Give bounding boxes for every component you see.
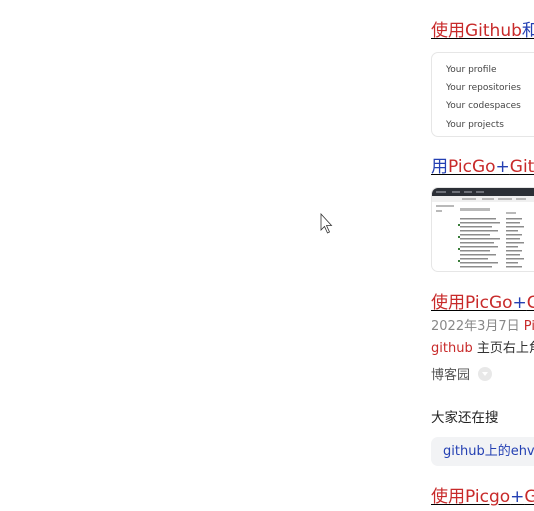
result-meta-3: 2022年3月7日 Pic: [431, 318, 534, 336]
result-thumbnail-1[interactable]: Your profile Your repositories Your code…: [431, 52, 534, 137]
page: 使用Github和 Your profile Your repositories…: [0, 0, 534, 511]
title-part: 和: [521, 21, 534, 41]
result-thumbnail-2[interactable]: [431, 187, 534, 272]
menu-item-profile: Your profile: [446, 65, 497, 75]
title-part: G: [524, 487, 534, 507]
title-part: PicGo: [465, 293, 513, 313]
result-date: 2022年3月7日: [431, 319, 520, 334]
result-title-2[interactable]: 用PicGo+Gitl: [431, 156, 534, 178]
menu-item-repositories: Your repositories: [446, 83, 521, 93]
title-part: 使用: [431, 487, 465, 507]
result-title-3[interactable]: 使用PicGo+G: [431, 292, 534, 314]
result-snippet-3: github 主页右上角: [431, 340, 534, 358]
also-search-chip[interactable]: github上的ehvi: [431, 437, 534, 466]
title-part: Picgo: [465, 487, 511, 507]
snippet-text: 主页右上角: [476, 341, 534, 356]
title-part: +: [495, 157, 510, 177]
result-source[interactable]: 博客园: [431, 364, 470, 383]
title-part: +: [512, 293, 527, 313]
snippet-keyword: github: [431, 341, 473, 356]
title-part: PicGo: [448, 157, 496, 177]
result-title-1[interactable]: 使用Github和: [431, 20, 534, 42]
title-part: Github: [465, 21, 522, 41]
menu-item-projects: Your projects: [446, 120, 504, 130]
result-title-4[interactable]: 使用Picgo+G: [431, 486, 534, 508]
menu-item-codespaces: Your codespaces: [446, 101, 521, 111]
title-part: 使用: [431, 21, 465, 41]
title-part: G: [526, 293, 534, 313]
title-part: 使用: [431, 293, 465, 313]
date-keyword: Pic: [523, 319, 534, 334]
title-part: 用: [431, 157, 448, 177]
also-search-title: 大家还在搜: [431, 410, 499, 426]
source-dropdown-icon[interactable]: [478, 367, 492, 381]
mouse-cursor-icon: [320, 213, 333, 234]
title-part: +: [510, 487, 525, 507]
title-part: Gitl: [509, 157, 534, 177]
screenshot-thumbnail-image: [432, 188, 534, 268]
